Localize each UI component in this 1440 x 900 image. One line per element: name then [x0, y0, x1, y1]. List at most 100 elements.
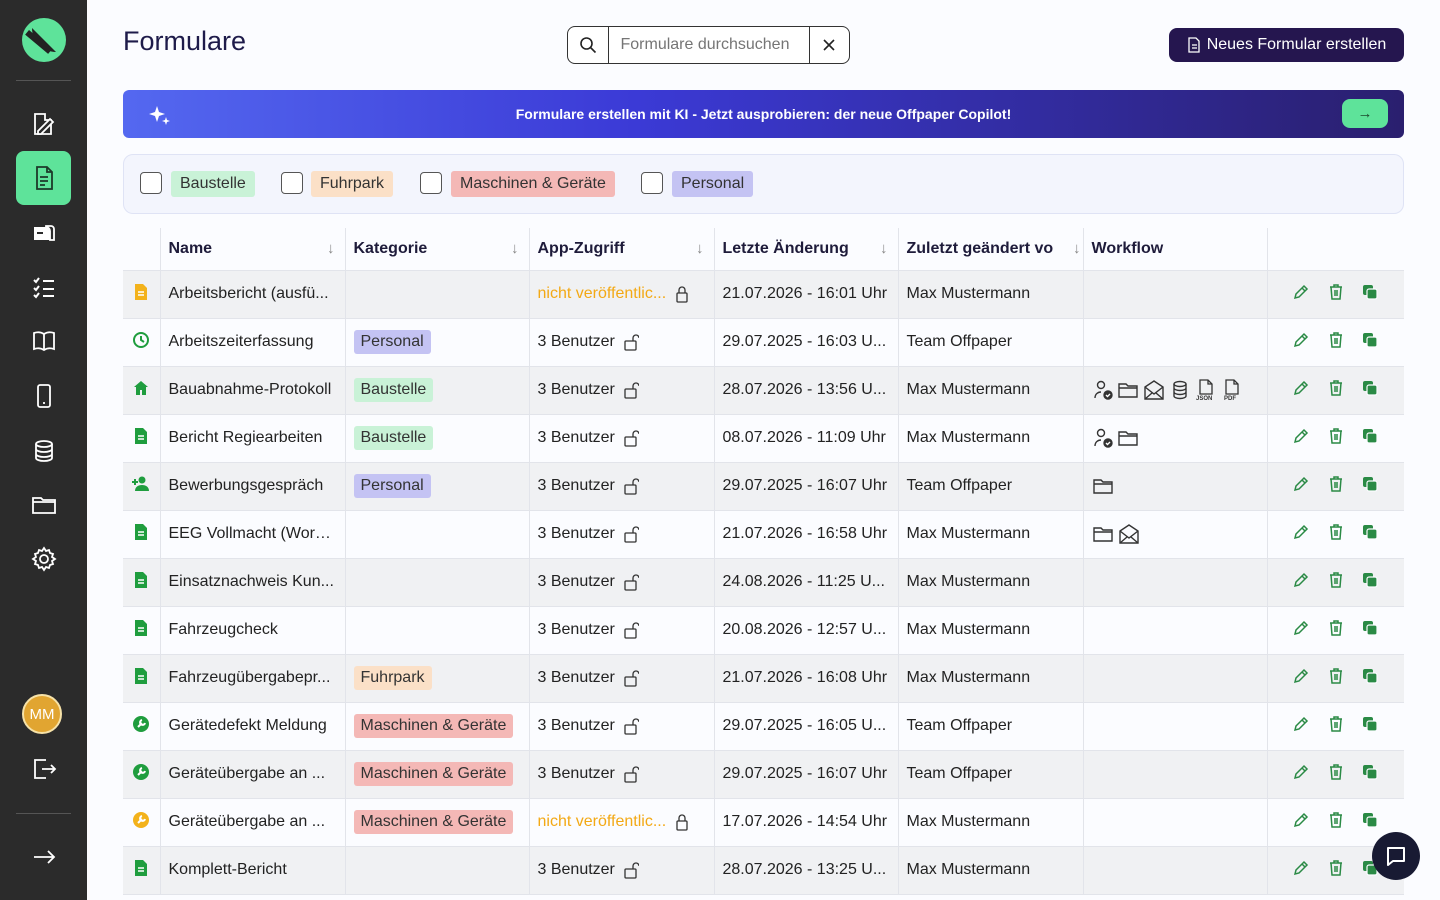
edit-button[interactable] — [1292, 667, 1310, 690]
row-app-access[interactable]: 3 Benutzer — [528, 557, 714, 606]
duplicate-button[interactable] — [1361, 379, 1379, 402]
new-form-button[interactable]: Neues Formular erstellen — [1169, 28, 1404, 62]
duplicate-button[interactable] — [1361, 475, 1379, 498]
row-app-access[interactable]: 3 Benutzer — [528, 605, 714, 654]
copilot-banner[interactable]: Formulare erstellen mit KI - Jetzt auspr… — [123, 90, 1404, 138]
row-name[interactable]: Fahrzeugübergabepr... — [159, 653, 345, 702]
table-row[interactable]: Arbeitsbericht (ausfü... nicht veröffent… — [123, 269, 1404, 318]
sidebar-item-data[interactable] — [16, 424, 71, 478]
table-row[interactable]: Bauabnahme-Protokoll Baustelle 3 Benutze… — [123, 365, 1404, 414]
filter-checkbox-fuhrpark[interactable] — [281, 172, 303, 194]
delete-button[interactable] — [1328, 811, 1344, 834]
row-name[interactable]: Geräteübergabe an ... — [159, 749, 345, 798]
search-input[interactable] — [608, 27, 809, 63]
duplicate-button[interactable] — [1361, 811, 1379, 834]
row-app-access[interactable]: 3 Benutzer — [528, 365, 714, 414]
user-check-icon[interactable] — [1092, 380, 1117, 400]
duplicate-button[interactable] — [1361, 715, 1379, 738]
sidebar-item-logout[interactable] — [16, 742, 71, 796]
filter-tag-baustelle[interactable]: Baustelle — [171, 171, 255, 197]
table-row[interactable]: Geräteübergabe an ... Maschinen & Geräte… — [123, 797, 1404, 846]
delete-button[interactable] — [1328, 475, 1344, 498]
table-row[interactable]: Bericht Regiearbeiten Baustelle 3 Benutz… — [123, 413, 1404, 462]
row-name[interactable]: EEG Vollmacht (Word... — [159, 509, 345, 558]
sort-arrow-icon[interactable]: ↓ — [511, 240, 519, 257]
sidebar-item-checklists[interactable] — [16, 260, 71, 314]
mail-icon[interactable] — [1142, 380, 1169, 400]
sidebar-item-inbox[interactable] — [16, 206, 71, 260]
row-app-access[interactable]: 3 Benutzer — [528, 653, 714, 702]
header-last-change[interactable]: Letzte Änderung ↓ — [713, 228, 898, 270]
app-logo[interactable] — [22, 18, 66, 62]
table-row[interactable]: Arbeitszeiterfassung Personal 3 Benutzer… — [123, 317, 1404, 366]
table-row[interactable]: Bewerbungsgespräch Personal 3 Benutzer 2… — [123, 461, 1404, 510]
delete-button[interactable] — [1328, 379, 1344, 402]
edit-button[interactable] — [1292, 379, 1310, 402]
filter-checkbox-maschinen[interactable] — [420, 172, 442, 194]
edit-button[interactable] — [1292, 715, 1310, 738]
folder-icon[interactable] — [1117, 381, 1142, 398]
header-category[interactable]: Kategorie ↓ — [344, 228, 529, 270]
row-app-access[interactable]: 3 Benutzer — [528, 509, 714, 558]
edit-button[interactable] — [1292, 571, 1310, 594]
filter-checkbox-personal[interactable] — [641, 172, 663, 194]
table-row[interactable]: Geräteübergabe an ... Maschinen & Geräte… — [123, 749, 1404, 798]
sidebar-item-forms[interactable] — [16, 151, 71, 205]
delete-button[interactable] — [1328, 715, 1344, 738]
duplicate-button[interactable] — [1361, 523, 1379, 546]
sort-arrow-icon[interactable]: ↓ — [696, 240, 704, 257]
row-name[interactable]: Bewerbungsgespräch — [159, 461, 345, 510]
sort-arrow-icon[interactable]: ↓ — [1073, 240, 1081, 257]
sidebar-item-app[interactable] — [16, 369, 71, 423]
row-name[interactable]: Arbeitsbericht (ausfü... — [159, 269, 345, 318]
duplicate-button[interactable] — [1361, 331, 1379, 354]
row-name[interactable]: Gerätedefekt Meldung — [159, 701, 345, 750]
sidebar-item-settings[interactable] — [16, 532, 71, 586]
sidebar-item-folders[interactable] — [16, 478, 71, 532]
delete-button[interactable] — [1328, 667, 1344, 690]
delete-button[interactable] — [1328, 283, 1344, 306]
folder-icon[interactable] — [1092, 525, 1117, 542]
row-app-access[interactable]: 3 Benutzer — [528, 701, 714, 750]
user-check-icon[interactable] — [1092, 428, 1117, 448]
header-name[interactable]: Name ↓ — [159, 228, 345, 270]
delete-button[interactable] — [1328, 763, 1344, 786]
row-name[interactable]: Bauabnahme-Protokoll — [159, 365, 345, 414]
header-app-access[interactable]: App-Zugriff ↓ — [528, 228, 714, 270]
row-app-access[interactable]: nicht veröffentlic... — [528, 797, 714, 846]
database-icon[interactable] — [1169, 380, 1194, 400]
edit-button[interactable] — [1292, 811, 1310, 834]
duplicate-button[interactable] — [1361, 667, 1379, 690]
folder-icon[interactable] — [1092, 477, 1117, 494]
row-name[interactable]: Komplett-Bericht — [159, 845, 345, 895]
duplicate-button[interactable] — [1361, 283, 1379, 306]
delete-button[interactable] — [1328, 427, 1344, 450]
delete-button[interactable] — [1328, 571, 1344, 594]
duplicate-button[interactable] — [1361, 763, 1379, 786]
filter-tag-fuhrpark[interactable]: Fuhrpark — [311, 171, 394, 197]
row-app-access[interactable]: 3 Benutzer — [528, 845, 714, 895]
row-app-access[interactable]: nicht veröffentlic... — [528, 269, 714, 318]
row-app-access[interactable]: 3 Benutzer — [528, 317, 714, 366]
mail-icon[interactable] — [1117, 524, 1144, 544]
row-app-access[interactable]: 3 Benutzer — [528, 413, 714, 462]
duplicate-button[interactable] — [1361, 571, 1379, 594]
sidebar-expand-button[interactable] — [16, 830, 71, 884]
search-icon[interactable] — [568, 27, 609, 63]
user-avatar[interactable]: MM — [22, 694, 62, 734]
delete-button[interactable] — [1328, 619, 1344, 642]
table-row[interactable]: Fahrzeugcheck 3 Benutzer 20.08.2026 - 12… — [123, 605, 1404, 654]
row-name[interactable]: Bericht Regiearbeiten — [159, 413, 345, 462]
clear-search-button[interactable] — [808, 27, 850, 63]
filter-tag-maschinen[interactable]: Maschinen & Geräte — [451, 171, 615, 197]
duplicate-button[interactable] — [1361, 427, 1379, 450]
edit-button[interactable] — [1292, 283, 1310, 306]
delete-button[interactable] — [1328, 523, 1344, 546]
row-name[interactable]: Fahrzeugcheck — [159, 605, 345, 654]
edit-button[interactable] — [1292, 523, 1310, 546]
pdf-icon[interactable]: PDF — [1221, 379, 1246, 402]
edit-button[interactable] — [1292, 331, 1310, 354]
row-app-access[interactable]: 3 Benutzer — [528, 749, 714, 798]
edit-button[interactable] — [1292, 859, 1310, 882]
sort-arrow-icon[interactable]: ↓ — [880, 240, 888, 257]
